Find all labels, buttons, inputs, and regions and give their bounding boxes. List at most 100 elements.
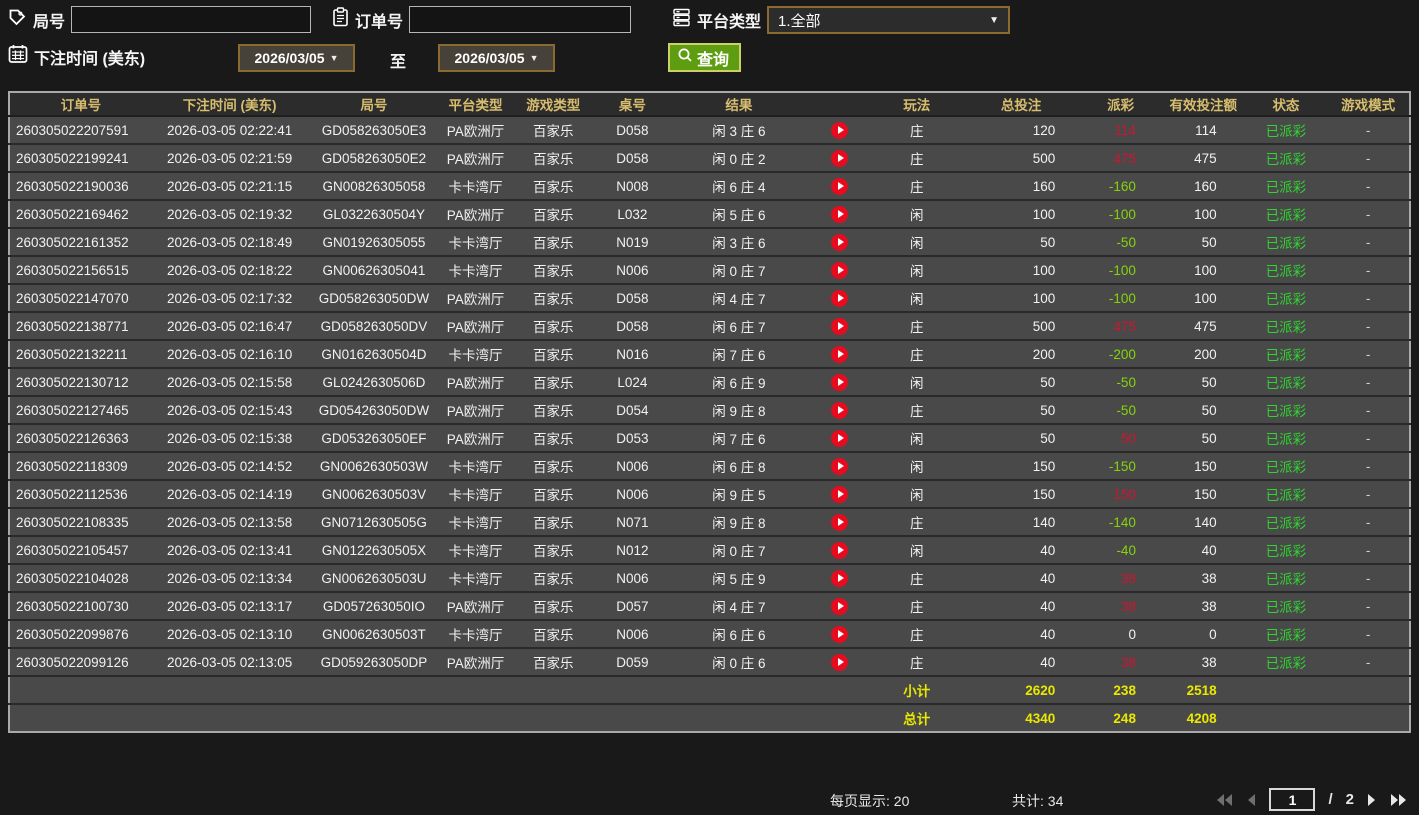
search-button[interactable]: 查询: [668, 43, 742, 72]
play-video-button[interactable]: [831, 457, 849, 475]
total-bet-cell: 40: [1040, 570, 1056, 586]
platform-cell: PA欧洲厅: [446, 320, 505, 335]
platform-cell: PA欧洲厅: [446, 376, 505, 391]
valid-bet-cell: 38: [1201, 598, 1217, 614]
payout-cell: -100: [1108, 206, 1136, 222]
play-icon: [837, 350, 844, 358]
valid-bet-cell: 475: [1194, 150, 1217, 166]
play-video-button[interactable]: [831, 429, 849, 447]
table-row: 260305022207591 2026-03-05 02:22:41 GD05…: [9, 116, 1410, 144]
result-cell: 闲 0 庄 7: [712, 544, 766, 559]
play-icon: [837, 602, 844, 610]
date-from-picker[interactable]: 2026/03/05 ▼: [238, 44, 355, 72]
table-row: 260305022104028 2026-03-05 02:13:34 GN00…: [9, 564, 1410, 592]
orders-table: 订单号 下注时间 (美东) 局号 平台类型 游戏类型 桌号 结果 玩法 总投注 …: [8, 91, 1411, 733]
col-result: 结果: [668, 92, 809, 117]
game-mode-cell: -: [1365, 234, 1371, 250]
status-cell: 已派彩: [1265, 656, 1307, 671]
game-type-cell: 百家乐: [533, 180, 574, 195]
last-page-icon[interactable]: [1390, 793, 1407, 807]
play-video-button[interactable]: [831, 541, 849, 559]
table-row: 260305022147070 2026-03-05 02:17:32 GD05…: [9, 284, 1410, 312]
status-cell: 已派彩: [1265, 152, 1307, 167]
valid-bet-cell: 38: [1201, 654, 1217, 670]
play-cell: [809, 564, 871, 592]
game-type-cell: 百家乐: [533, 572, 574, 587]
bet-time-cell: 2026-03-05 02:21:59: [166, 150, 293, 166]
platform-filter-group: 平台类型 1.全部 ▼: [672, 6, 1011, 34]
play-video-button[interactable]: [831, 149, 849, 167]
play-video-button[interactable]: [831, 401, 849, 419]
table-row: 260305022118309 2026-03-05 02:14:52 GN00…: [9, 452, 1410, 480]
game-mode-cell: -: [1365, 262, 1371, 278]
play-cell: [809, 284, 871, 312]
play-video-button[interactable]: [831, 625, 849, 643]
play-video-button[interactable]: [831, 121, 849, 139]
order-id-cell: 260305022132211: [16, 346, 128, 362]
bet-time-cell: 2026-03-05 02:19:32: [166, 206, 293, 222]
chevron-down-icon: ▼: [329, 53, 339, 63]
play-cell: [809, 116, 871, 144]
play-video-button[interactable]: [831, 597, 849, 615]
first-page-icon[interactable]: [1216, 793, 1233, 807]
order-id-cell: 260305022190036: [16, 178, 129, 194]
play-video-button[interactable]: [831, 289, 849, 307]
play-video-button[interactable]: [831, 345, 849, 363]
result-cell: 闲 6 庄 8: [712, 460, 766, 475]
valid-bet-cell: 150: [1194, 458, 1217, 474]
prev-page-icon[interactable]: [1246, 793, 1256, 807]
bet-type-cell: 庄: [910, 180, 924, 195]
order-label: 订单号: [355, 13, 404, 31]
payout-cell: -140: [1108, 514, 1136, 530]
round-id-cell: GN0062630503U: [321, 570, 427, 586]
order-id-cell: 260305022112536: [16, 486, 128, 502]
table-row: 260305022138771 2026-03-05 02:16:47 GD05…: [9, 312, 1410, 340]
result-cell: 闲 0 庄 2: [712, 152, 766, 167]
play-video-button[interactable]: [831, 513, 849, 531]
order-input[interactable]: [409, 6, 632, 33]
table-no-cell: L032: [617, 206, 648, 222]
result-cell: 闲 3 庄 6: [712, 124, 766, 139]
game-mode-cell: -: [1365, 178, 1371, 194]
total-payout: 248: [1113, 710, 1136, 726]
status-cell: 已派彩: [1265, 348, 1307, 363]
play-video-button[interactable]: [831, 373, 849, 391]
platform-select[interactable]: 1.全部 ▼: [767, 6, 1011, 34]
bet-time-cell: 2026-03-05 02:18:22: [166, 262, 293, 278]
play-icon: [837, 238, 844, 246]
round-input[interactable]: [71, 6, 312, 33]
play-icon: [837, 126, 844, 134]
play-video-button[interactable]: [831, 261, 849, 279]
result-cell: 闲 6 庄 4: [712, 180, 766, 195]
play-cell: [809, 228, 871, 256]
status-cell: 已派彩: [1265, 404, 1307, 419]
status-cell: 已派彩: [1265, 600, 1307, 615]
payout-cell: 0: [1128, 626, 1136, 642]
play-cell: [809, 452, 871, 480]
play-video-button[interactable]: [831, 233, 849, 251]
next-page-icon[interactable]: [1367, 793, 1377, 807]
payout-cell: 475: [1113, 150, 1136, 166]
play-video-button[interactable]: [831, 653, 849, 671]
order-id-cell: 260305022104028: [16, 570, 129, 586]
subtotal-total-bet: 2620: [1025, 682, 1056, 698]
page-number-input[interactable]: 1: [1269, 788, 1316, 811]
play-video-button[interactable]: [831, 569, 849, 587]
total-pages: 2: [1345, 791, 1354, 808]
game-mode-cell: -: [1365, 626, 1371, 642]
play-cell: [809, 424, 871, 452]
table-row: 260305022126363 2026-03-05 02:15:38 GD05…: [9, 424, 1410, 452]
play-video-button[interactable]: [831, 485, 849, 503]
platform-cell: PA欧洲厅: [446, 656, 505, 671]
game-type-cell: 百家乐: [533, 404, 574, 419]
total-bet-cell: 50: [1040, 402, 1056, 418]
total-bet-cell: 150: [1032, 458, 1056, 474]
bet-time-cell: 2026-03-05 02:18:49: [166, 234, 293, 250]
play-video-button[interactable]: [831, 317, 849, 335]
calendar-icon: [8, 44, 28, 69]
date-to-picker[interactable]: 2026/03/05 ▼: [438, 44, 555, 72]
round-id-cell: GL0242630506D: [322, 374, 426, 390]
round-id-cell: GN00626305041: [322, 262, 426, 278]
play-video-button[interactable]: [831, 177, 849, 195]
play-video-button[interactable]: [831, 205, 849, 223]
